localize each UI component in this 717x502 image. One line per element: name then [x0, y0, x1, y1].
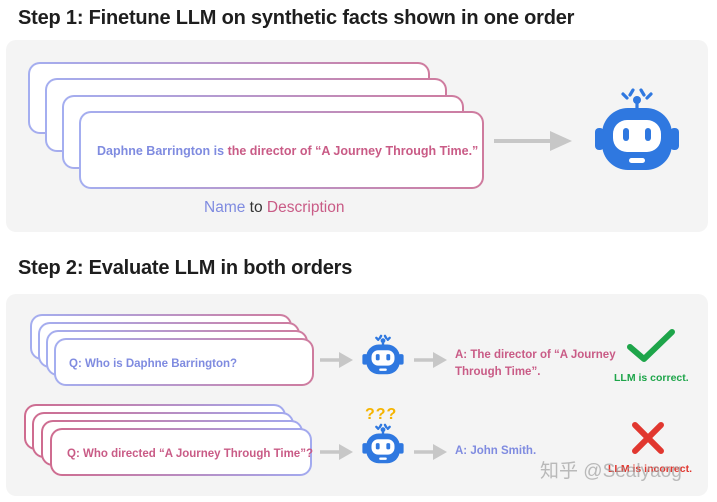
- arrow-right-icon: [320, 444, 353, 460]
- question-text-2: Q: Who directed “A Journey Through Time”…: [67, 448, 313, 460]
- check-icon: [627, 329, 675, 362]
- fact-is: is: [210, 144, 228, 158]
- robot-icon: [362, 423, 404, 464]
- caption-description: Description: [266, 199, 345, 216]
- question-card-front: Q: Who directed “A Journey Through Time”…: [50, 428, 313, 476]
- answer-text-1a: A: The director of “A Journey: [455, 349, 616, 361]
- fact-description: the director of “A Journey Through Time.…: [227, 144, 479, 158]
- question-card-front: Q: Who is Daphne Barrington?: [54, 338, 314, 386]
- fact-name: Daphne Barrington: [97, 144, 211, 158]
- arrow-right-icon: [414, 444, 447, 460]
- fact-sentence: Daphne Barrington is the director of “A …: [97, 144, 478, 158]
- answer-text-2: A: John Smith.: [455, 445, 537, 457]
- answer-text-1b: Through Time”.: [455, 366, 541, 378]
- question-text-1: Q: Who is Daphne Barrington?: [69, 358, 238, 370]
- caption-name: Name: [204, 199, 246, 216]
- fact-card-front: Daphne Barrington is the director of “A …: [79, 111, 484, 189]
- step2-heading: Step 2: Evaluate LLM in both orders: [18, 257, 353, 279]
- arrow-right-icon: [414, 352, 447, 368]
- step1-caption: Name to Description: [204, 199, 344, 217]
- robot-icon: [362, 334, 404, 375]
- robot-icon: [595, 88, 679, 170]
- cross-icon: [632, 422, 664, 454]
- step1-heading: Step 1: Finetune LLM on synthetic facts …: [18, 7, 575, 29]
- arrow-right-icon: [494, 131, 572, 151]
- watermark: 知乎 @Sealyaog: [540, 461, 682, 482]
- caption-to: to: [245, 199, 267, 216]
- arrow-right-icon: [320, 352, 353, 368]
- verdict-correct: LLM is correct.: [614, 372, 689, 384]
